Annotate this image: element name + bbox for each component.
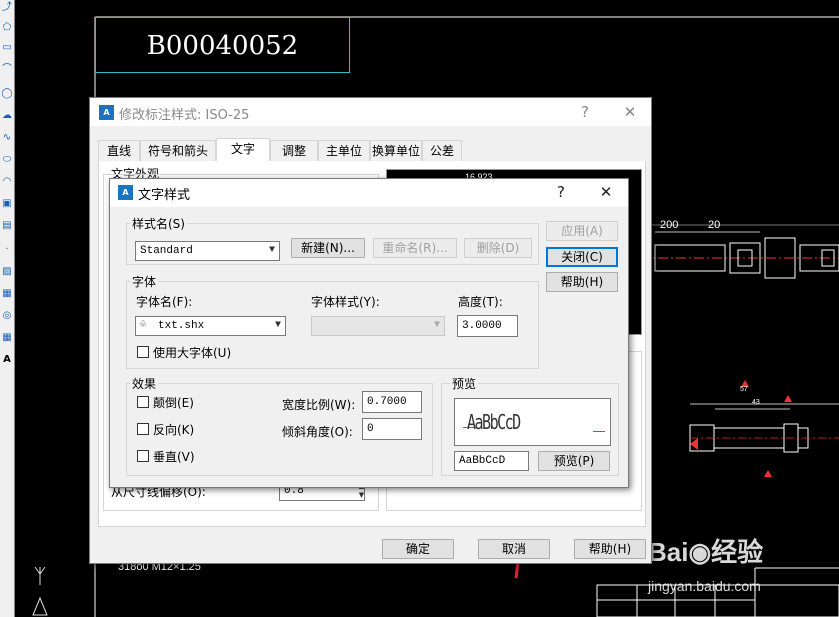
close-button[interactable]: 关闭(C) xyxy=(546,247,618,267)
preview-baseline-mark xyxy=(593,431,605,432)
apply-button[interactable]: 应用(A) xyxy=(546,221,618,241)
font-name-label: 字体名(F): xyxy=(136,295,193,309)
line-tool-icon[interactable]: ⤴ xyxy=(0,0,14,16)
text-preview-box: AaBbCcD xyxy=(454,398,611,446)
help-button[interactable]: 帮助(H) xyxy=(574,539,646,559)
height-label: 高度(T): xyxy=(458,295,503,309)
style-name-select[interactable]: Standard ▼ xyxy=(135,241,280,261)
close-icon[interactable]: ✕ xyxy=(617,101,643,123)
rename-style-button[interactable]: 重命名(R)... xyxy=(373,238,457,258)
dialog-title: 修改标注样式: ISO-25 xyxy=(119,108,250,123)
help-button[interactable]: 帮助(H) xyxy=(546,272,618,292)
help-icon[interactable]: ? xyxy=(572,101,598,123)
preview-group-label: 预览 xyxy=(450,375,479,392)
ellipse-arc-tool-icon[interactable]: ◠ xyxy=(0,174,14,190)
polygon-tool-icon[interactable]: ⬠ xyxy=(0,20,14,36)
point-tool-icon[interactable]: · xyxy=(0,242,14,258)
ucs-icon xyxy=(34,566,41,575)
vertical-label: 垂直(V) xyxy=(153,450,195,464)
oblique-angle-label: 倾斜角度(O): xyxy=(282,425,353,439)
ellipse-tool-icon[interactable]: ⬭ xyxy=(0,152,14,168)
shx-font-icon: ♧ xyxy=(140,320,147,331)
dialog-titlebar: A 修改标注样式: ISO-25 ? ✕ xyxy=(90,98,651,126)
watermark-brand: Bai◉经验 xyxy=(648,537,764,567)
tab-alternate-units[interactable]: 换算单位 xyxy=(370,140,422,161)
tab-tolerances[interactable]: 公差 xyxy=(422,140,462,161)
effects-group-label: 效果 xyxy=(130,375,159,392)
red-marker xyxy=(764,470,772,477)
circle-tool-icon[interactable]: ◯ xyxy=(0,86,14,102)
preview-sample-text: AaBbCcD xyxy=(467,410,521,434)
font-name-select[interactable]: ♧ txt.shx ▼ xyxy=(135,316,286,336)
insert-block-tool-icon[interactable]: ▣ xyxy=(0,196,14,212)
dimension-label: 57 xyxy=(740,386,748,393)
use-big-font-label: 使用大字体(U) xyxy=(153,346,232,360)
dialog-title: 文字样式 xyxy=(138,188,191,203)
gradient-tool-icon[interactable]: ▦ xyxy=(0,286,14,302)
upside-down-checkbox[interactable] xyxy=(137,396,149,408)
text-style-dialog: A 文字样式 ? ✕ 样式名(S) Standard ▼ 新建(N)... 重命… xyxy=(109,178,629,488)
font-name-value: txt.shx xyxy=(158,320,205,332)
table-tool-icon[interactable]: ▦ xyxy=(0,330,14,346)
new-style-button[interactable]: 新建(N)... xyxy=(291,238,365,258)
width-factor-input[interactable]: 0.7000 xyxy=(362,391,422,413)
vertical-checkbox[interactable] xyxy=(137,450,149,462)
autocad-app-icon: A xyxy=(99,105,114,120)
delete-style-button[interactable]: 删除(D) xyxy=(464,238,532,258)
backwards-label: 反向(K) xyxy=(153,423,195,437)
width-factor-label: 宽度比例(W): xyxy=(282,398,356,412)
tab-symbols-arrows[interactable]: 符号和箭头 xyxy=(140,140,216,161)
backwards-checkbox[interactable] xyxy=(137,423,149,435)
spline-tool-icon[interactable]: ∿ xyxy=(0,130,14,146)
tab-fit[interactable]: 调整 xyxy=(270,140,318,161)
font-style-select[interactable]: ▼ xyxy=(311,316,445,336)
dimension-label: 43 xyxy=(752,399,760,406)
tab-strip: 直线 符号和箭头 文字 调整 主单位 换算单位 公差 xyxy=(98,138,646,162)
close-icon[interactable]: ✕ xyxy=(593,181,619,203)
help-icon[interactable]: ? xyxy=(548,181,574,203)
chevron-down-icon: ▼ xyxy=(268,245,275,256)
tab-primary-units[interactable]: 主单位 xyxy=(318,140,370,161)
autocad-app-icon: A xyxy=(118,185,133,200)
chevron-down-icon: ▼ xyxy=(274,320,281,331)
use-big-font-checkbox[interactable] xyxy=(137,346,149,358)
dimension-label: 20 xyxy=(708,219,721,231)
chevron-down-icon: ▼ xyxy=(433,320,440,331)
ucs-icon xyxy=(32,596,48,616)
dimension-label: 200 xyxy=(660,219,679,231)
arc-tool-icon[interactable]: ⌒ xyxy=(0,62,14,78)
rectangle-tool-icon[interactable]: ▭ xyxy=(0,40,14,56)
ok-button[interactable]: 确定 xyxy=(382,539,454,559)
cancel-button[interactable]: 取消 xyxy=(478,539,550,559)
red-marker xyxy=(784,395,792,402)
height-input[interactable]: 3.0000 xyxy=(457,315,518,337)
style-name-value: Standard xyxy=(140,245,193,257)
watermark-url: jingyan.baidu.com xyxy=(648,578,761,594)
make-block-tool-icon[interactable]: ▤ xyxy=(0,218,14,234)
revcloud-tool-icon[interactable]: ☁ xyxy=(0,108,14,124)
drawing-part-number: B00040052 xyxy=(95,17,350,73)
hatch-tool-icon[interactable]: ▨ xyxy=(0,264,14,280)
dialog-titlebar: A 文字样式 ? ✕ xyxy=(110,179,628,207)
tab-lines[interactable]: 直线 xyxy=(98,140,140,161)
region-tool-icon[interactable]: ◎ xyxy=(0,308,14,324)
upside-down-label: 颠倒(E) xyxy=(153,396,194,410)
preview-text-input[interactable]: AaBbCcD xyxy=(454,451,529,471)
ucs-icon xyxy=(39,566,46,575)
red-marker xyxy=(690,438,698,450)
font-style-label: 字体样式(Y): xyxy=(311,295,380,309)
mtext-tool-icon[interactable]: A xyxy=(0,352,14,368)
tab-text[interactable]: 文字 xyxy=(216,138,270,161)
draw-toolbar: ⤴ ⬠ ▭ ⌒ ◯ ☁ ∿ ⬭ ◠ ▣ ▤ · ▨ ▦ ◎ ▦ A xyxy=(0,0,15,617)
preview-button[interactable]: 预览(P) xyxy=(538,451,610,471)
font-group-label: 字体 xyxy=(130,273,159,290)
oblique-angle-input[interactable]: 0 xyxy=(362,418,422,440)
style-name-group-label: 样式名(S) xyxy=(130,215,187,232)
